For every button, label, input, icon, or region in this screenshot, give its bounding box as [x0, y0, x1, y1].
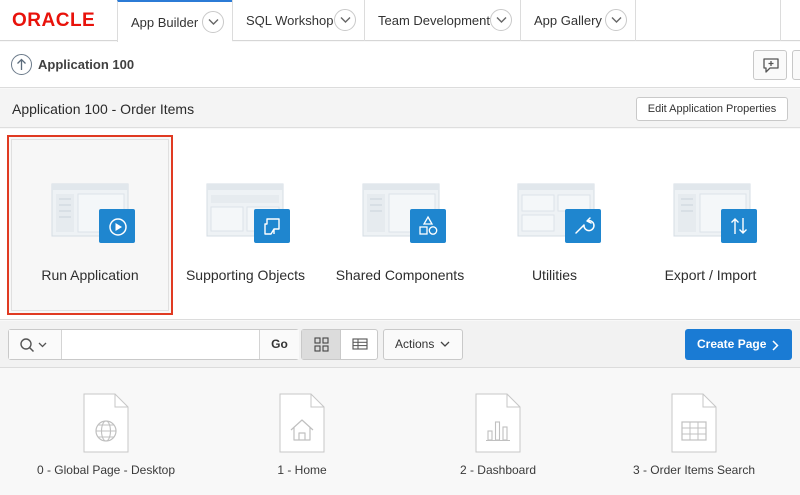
grid-view-button[interactable]	[302, 330, 341, 359]
view-mode-toggle	[301, 329, 378, 360]
component-tiles: Run Application Supporting Objects Share	[0, 129, 800, 320]
tile-run-application[interactable]: Run Application	[7, 135, 173, 315]
table-icon	[352, 338, 368, 350]
create-page-label: Create Page	[697, 337, 767, 351]
pages-toolbar: Go Actions Create Page	[0, 321, 800, 368]
tile-label: Run Application	[41, 267, 139, 283]
tab-bar-edge	[780, 0, 800, 41]
page-card-home[interactable]: 1 - Home	[217, 369, 387, 495]
tab-app-builder[interactable]: App Builder	[117, 0, 232, 42]
tile-label: Supporting Objects	[185, 267, 306, 283]
home-icon	[279, 393, 325, 453]
tab-label: App Builder	[131, 14, 199, 30]
overflow-button[interactable]	[792, 50, 800, 80]
page-card-dashboard[interactable]: 2 - Dashboard	[413, 369, 583, 495]
tile-shared-components[interactable]: Shared Components	[322, 129, 477, 320]
chevron-right-icon	[772, 340, 779, 351]
tab-team-development[interactable]: Team Development	[364, 0, 520, 41]
actions-menu-button[interactable]: Actions	[383, 329, 463, 360]
script-icon	[254, 209, 290, 243]
shapes-icon	[410, 209, 446, 243]
tab-app-gallery[interactable]: App Gallery	[520, 0, 635, 41]
report-view-button[interactable]	[341, 330, 378, 359]
arrow-up-icon[interactable]	[11, 54, 32, 75]
globe-icon	[83, 393, 129, 453]
tile-supporting-objects[interactable]: Supporting Objects	[168, 129, 323, 320]
chevron-down-icon[interactable]	[490, 9, 512, 31]
chevron-down-icon[interactable]	[605, 9, 627, 31]
edit-application-properties-button[interactable]: Edit Application Properties	[636, 97, 788, 121]
oracle-logo[interactable]: ORACLE	[12, 10, 95, 32]
tab-label: App Gallery	[534, 13, 602, 28]
page-card-global[interactable]: 0 - Global Page - Desktop	[21, 369, 191, 495]
tab-label: Team Development	[378, 13, 490, 28]
search-group: Go	[8, 329, 299, 360]
tile-label: Utilities	[531, 267, 578, 283]
tab-sql-workshop[interactable]: SQL Workshop	[232, 0, 364, 41]
tile-label: Export / Import	[664, 267, 757, 283]
actions-label: Actions	[395, 337, 435, 351]
search-icon	[20, 338, 47, 353]
page-title: Application 100 - Order Items	[12, 101, 195, 117]
play-icon	[100, 210, 136, 244]
page-list: 0 - Global Page - Desktop 1 - Home 2 - D…	[0, 369, 800, 495]
search-input[interactable]	[63, 330, 259, 359]
chevron-down-icon[interactable]	[334, 9, 356, 31]
application-title-bar: Application 100 - Order Items Edit Appli…	[0, 89, 800, 128]
arrows-updown-icon	[721, 209, 757, 243]
page-card-order-items-search[interactable]: 3 - Order Items Search	[609, 369, 779, 495]
tab-bar-spacer	[635, 0, 780, 41]
search-options-button[interactable]	[9, 330, 62, 359]
go-button[interactable]: Go	[259, 330, 299, 359]
page-label[interactable]: 2 - Dashboard	[413, 463, 583, 477]
page-label[interactable]: 3 - Order Items Search	[609, 463, 779, 477]
chevron-down-icon	[440, 341, 450, 347]
breadcrumb-application[interactable]: Application 100	[38, 57, 134, 72]
breadcrumb: Application 100	[0, 42, 800, 88]
create-page-button[interactable]: Create Page	[685, 329, 792, 360]
tile-export-import[interactable]: Export / Import	[633, 129, 788, 320]
feedback-button[interactable]	[753, 50, 787, 80]
grid-icon	[314, 337, 329, 352]
page-label[interactable]: 0 - Global Page - Desktop	[21, 463, 191, 477]
tile-utilities[interactable]: Utilities	[477, 129, 632, 320]
bar-chart-icon	[475, 393, 521, 453]
top-navigation-bar: ORACLE App Builder SQL Workshop Team Dev…	[0, 0, 800, 42]
tab-label: SQL Workshop	[246, 13, 334, 28]
tile-label: Shared Components	[335, 267, 465, 283]
wrench-icon	[565, 209, 601, 243]
page-label[interactable]: 1 - Home	[217, 463, 387, 477]
table-icon	[671, 393, 717, 453]
chevron-down-icon[interactable]	[202, 11, 224, 33]
